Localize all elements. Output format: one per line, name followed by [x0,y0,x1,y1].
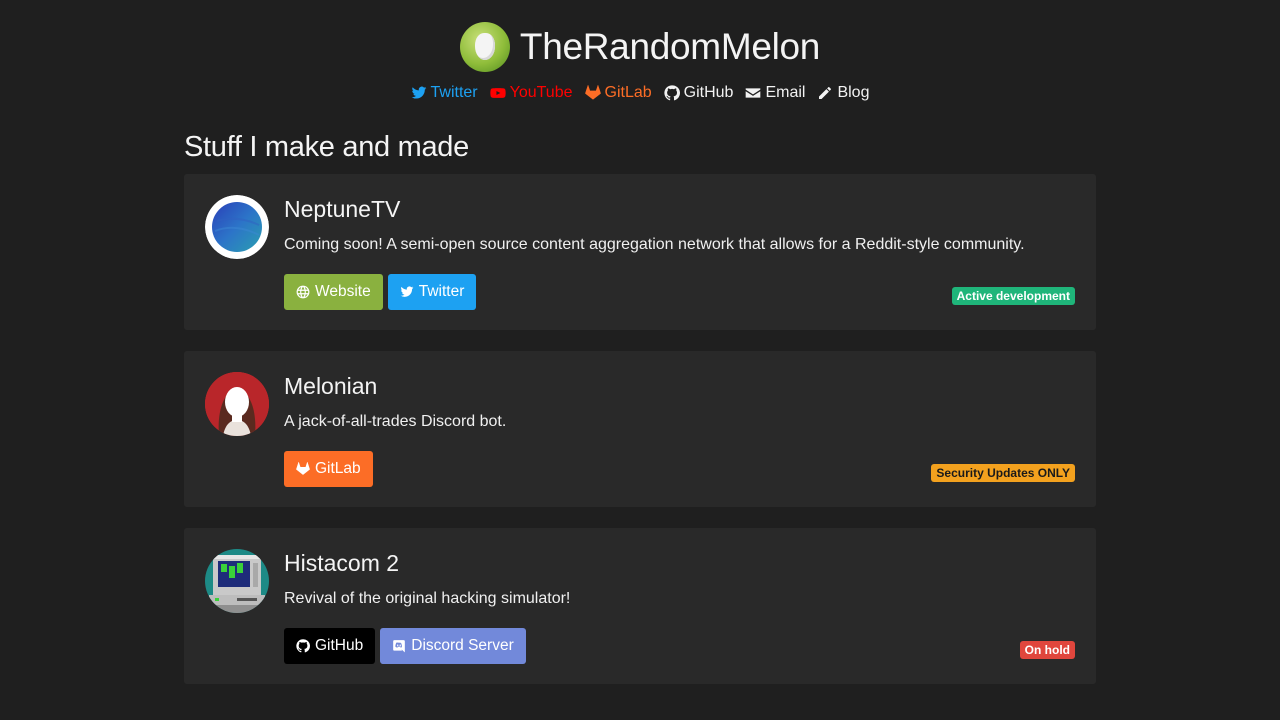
globe-icon [296,285,310,299]
melon-logo-icon[interactable] [459,22,510,72]
discord-server-button[interactable]: Discord Server [380,628,526,664]
status-badge: On hold [1019,641,1075,659]
twitter-button[interactable]: Twitter [387,274,477,310]
nav-label-youtube: YouTube [509,84,573,101]
github-button-label: GitHub [315,637,364,654]
nav-label-github: GitHub [683,84,734,101]
discord-icon [393,640,406,653]
project-title[interactable]: NeptuneTV [284,196,400,223]
nav-link-gitlab[interactable]: GitLab [584,84,652,102]
twitter-icon [411,86,426,99]
project-description: Coming soon! A semi-open source content … [284,236,1025,253]
envelope-icon [746,88,761,98]
nav-link-twitter[interactable]: Twitter [411,84,478,102]
gitlab-icon [584,85,601,100]
project-list: NeptuneTV Coming soon! A semi-open sourc… [184,174,1096,705]
nav-label-email: Email [765,84,806,101]
histacom2-avatar [205,549,269,613]
project-links: GitHub Discord Server [284,628,526,664]
github-button[interactable]: GitHub [284,628,376,664]
gitlab-button[interactable]: GitLab [284,451,373,487]
github-icon [664,85,680,101]
nav-link-youtube[interactable]: YouTube [489,84,573,102]
status-badge: Security Updates ONLY [931,464,1075,482]
pencil-icon [819,87,832,99]
project-description: Revival of the original hacking simulato… [284,590,571,607]
project-links: GitLab [284,451,373,487]
nav-link-github[interactable]: GitHub [664,84,734,102]
nav-label-gitlab: GitLab [604,84,652,101]
nav-label-blog: Blog [837,84,870,101]
project-title[interactable]: Histacom 2 [284,550,399,577]
website-button[interactable]: Website [284,274,383,310]
status-badge: Active development [951,287,1075,305]
project-card-melonian: Melonian A jack-of-all-trades Discord bo… [184,351,1096,507]
social-nav: Twitter YouTube GitLab GitHub Email Blog [0,84,1280,102]
twitter-icon [400,286,414,297]
project-links: Website Twitter [284,274,477,310]
neptunetv-avatar [205,195,269,259]
project-card-neptunetv: NeptuneTV Coming soon! A semi-open sourc… [184,174,1096,330]
youtube-icon [489,88,506,98]
nav-link-blog[interactable]: Blog [817,84,869,102]
github-icon [296,639,310,653]
twitter-button-label: Twitter [418,283,465,300]
nav-link-email[interactable]: Email [745,84,805,102]
discord-server-button-label: Discord Server [411,637,514,654]
nav-label-twitter: Twitter [430,84,478,101]
gitlab-button-label: GitLab [315,460,361,477]
site-header: TheRandomMelon [0,22,1280,72]
site-title[interactable]: TheRandomMelon [520,26,820,68]
website-button-label: Website [315,283,371,300]
project-title[interactable]: Melonian [284,373,377,400]
project-card-histacom2: Histacom 2 Revival of the original hacki… [184,528,1096,684]
gitlab-icon [296,462,310,475]
project-description: A jack-of-all-trades Discord bot. [284,413,507,430]
section-title: Stuff I make and made [184,131,469,163]
melonian-avatar [205,372,269,436]
